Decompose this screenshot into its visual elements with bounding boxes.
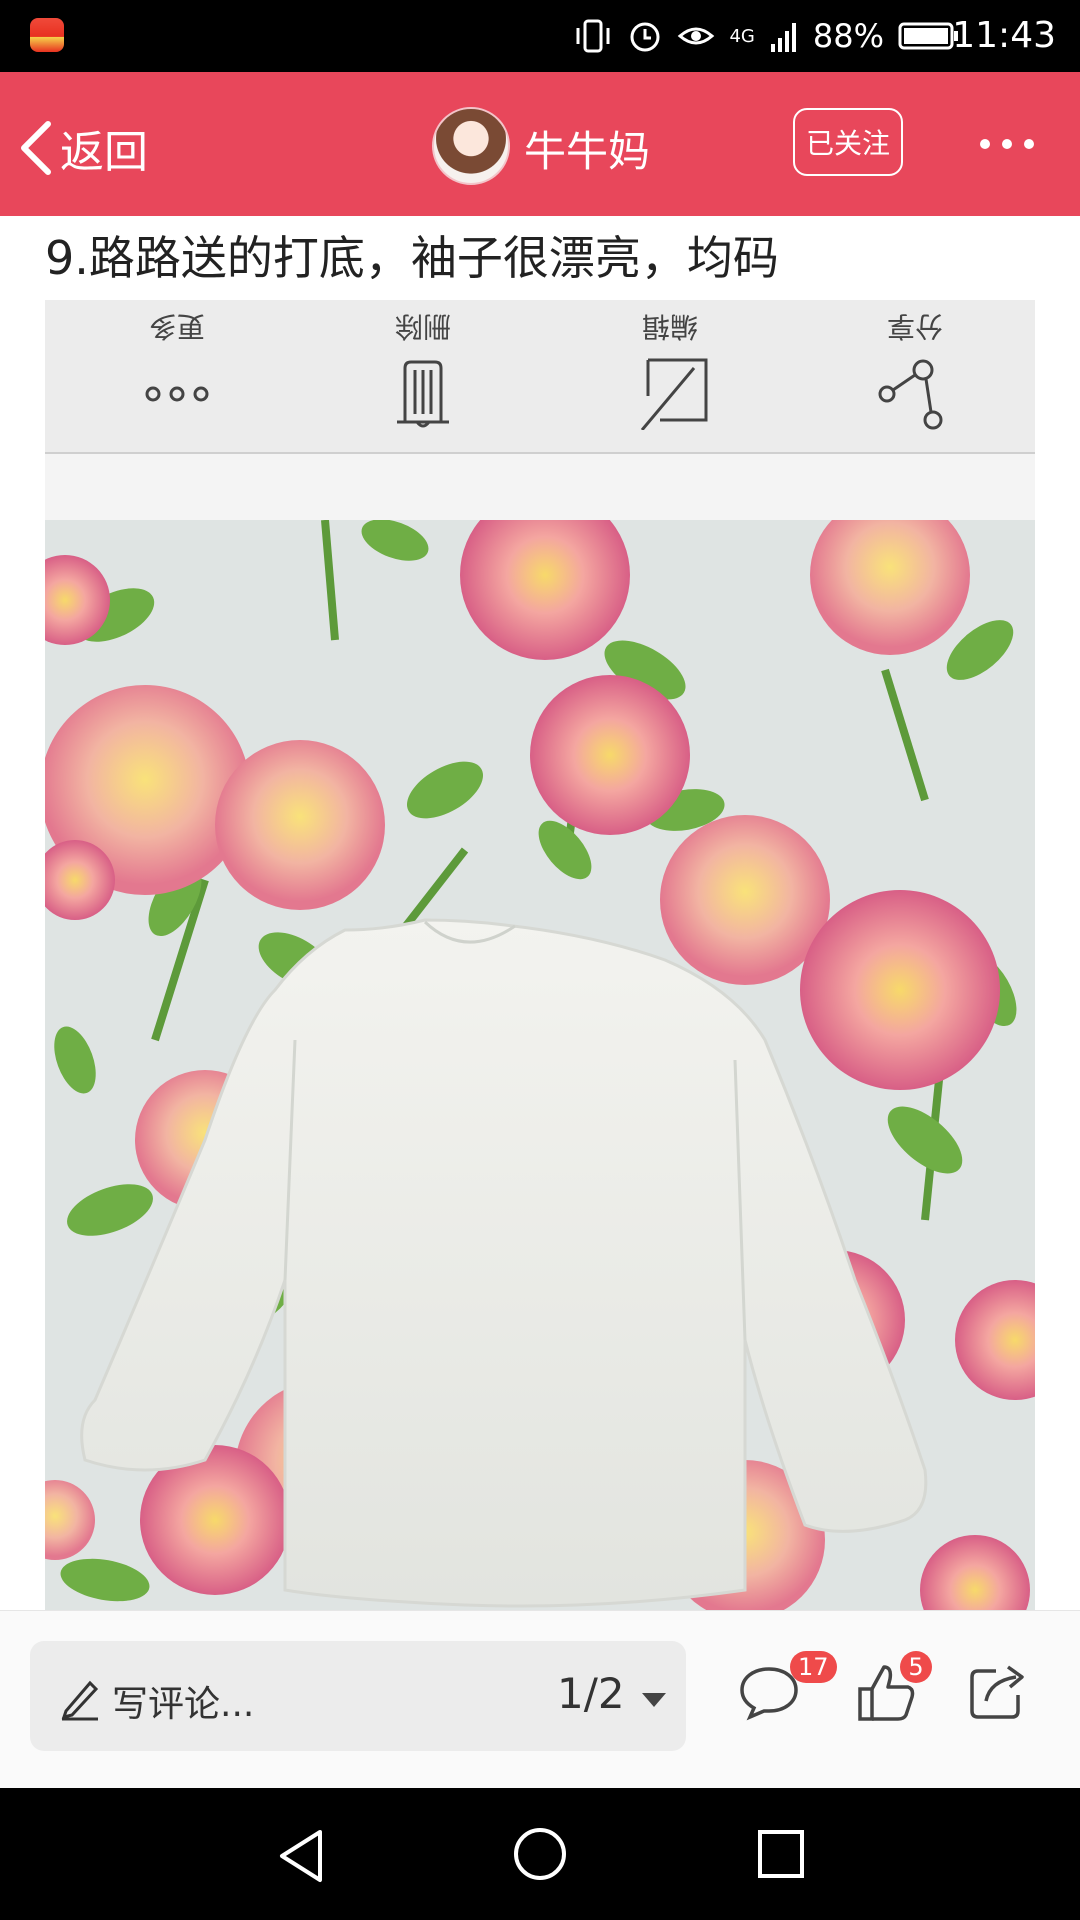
status-icons: 4G 88% xyxy=(573,14,960,58)
app-notification-icon xyxy=(30,18,64,52)
alarm-icon xyxy=(630,22,660,52)
vibrate-icon xyxy=(576,19,610,53)
dot-icon xyxy=(1002,139,1012,149)
header-bar: 返回 牛牛妈 已关注 xyxy=(0,72,1080,216)
toolbar-label: 分享 xyxy=(887,310,944,343)
share-arrow-icon xyxy=(970,1665,1024,1719)
toolbar-spacer xyxy=(45,454,1035,520)
back-label: 返回 xyxy=(60,127,148,178)
nav-recents-icon[interactable] xyxy=(756,1828,806,1880)
toolbar-edit-button[interactable]: 编辑 xyxy=(590,300,750,452)
status-bar: 4G 88% 11:43 xyxy=(0,0,1080,72)
caret-down-icon[interactable] xyxy=(640,1691,668,1709)
battery-icon xyxy=(898,22,958,50)
nav-home-icon[interactable] xyxy=(512,1826,568,1882)
nav-back-icon[interactable] xyxy=(276,1828,326,1884)
bottom-action-bar: 写评论... 1/2 17 5 xyxy=(0,1610,1080,1789)
trash-icon xyxy=(397,360,449,428)
toolbar-label: 删除 xyxy=(395,310,452,343)
comments-count-badge: 17 xyxy=(790,1651,837,1683)
toolbar-more-button[interactable]: 更多 xyxy=(97,300,257,452)
post-photo[interactable] xyxy=(45,520,1035,1610)
more-options-button[interactable] xyxy=(980,124,1070,164)
action-toolbar: 更多 删除 编辑 分享 xyxy=(45,300,1035,454)
toolbar-label: 更多 xyxy=(149,310,206,343)
eye-icon xyxy=(678,27,715,45)
comment-placeholder: 写评论... xyxy=(112,1684,255,1725)
comment-input[interactable]: 写评论... 1/2 xyxy=(30,1641,686,1751)
toolbar-label: 编辑 xyxy=(642,310,699,343)
system-nav-bar xyxy=(0,1788,1080,1920)
clock: 11:43 xyxy=(952,15,1056,56)
chevron-left-icon xyxy=(21,121,51,175)
username[interactable]: 牛牛妈 xyxy=(524,118,650,179)
dot-icon xyxy=(980,139,990,149)
follow-button[interactable]: 已关注 xyxy=(793,108,903,176)
signal-icon xyxy=(770,23,796,52)
dot-icon xyxy=(1024,139,1034,149)
page-indicator: 1/2 xyxy=(557,1669,625,1718)
share-nodes-icon xyxy=(878,359,943,430)
more-dots-icon xyxy=(145,386,209,402)
battery-percent: 88% xyxy=(812,17,884,55)
network-type: 4G xyxy=(729,25,755,47)
toolbar-delete-button[interactable]: 删除 xyxy=(343,300,503,452)
toolbar-share-button[interactable]: 分享 xyxy=(835,300,995,452)
avatar[interactable] xyxy=(432,107,510,185)
post-title: 9.路路送的打底，袖子很漂亮，均码 xyxy=(45,231,779,285)
back-button[interactable]: 返回 xyxy=(18,116,148,180)
edit-icon xyxy=(640,358,708,430)
share-button[interactable] xyxy=(968,1661,1034,1727)
likes-count-badge: 5 xyxy=(900,1651,932,1683)
pencil-icon xyxy=(61,1680,99,1721)
